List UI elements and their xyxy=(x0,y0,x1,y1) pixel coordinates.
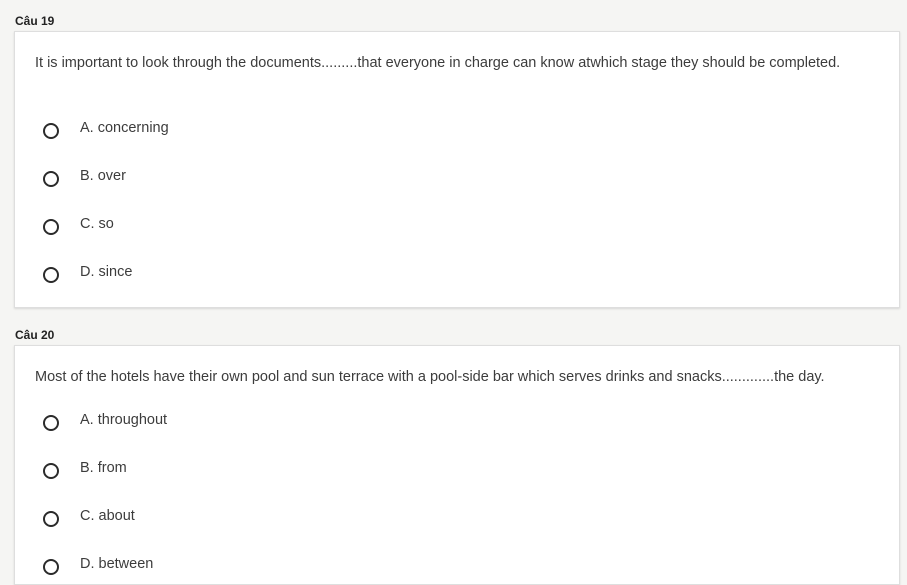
question-heading: Câu 19 xyxy=(15,14,55,28)
answer-option-label: B. from xyxy=(80,460,127,476)
answer-option-a[interactable]: A. throughout xyxy=(15,408,899,438)
answer-option-label: C. so xyxy=(80,216,114,232)
answer-option-label: D. between xyxy=(80,556,154,572)
answer-option-c[interactable]: C. so xyxy=(15,212,899,242)
answer-option-a[interactable]: A. concerning xyxy=(15,116,899,146)
answer-option-label: D. since xyxy=(80,264,133,280)
answer-option-label: A. throughout xyxy=(80,412,168,428)
answer-option-label: C. about xyxy=(80,508,135,524)
question-heading: Câu 20 xyxy=(15,328,55,342)
question-text: Most of the hotels have their own pool a… xyxy=(35,369,825,385)
answer-option-c[interactable]: C. about xyxy=(15,504,899,534)
question-card: Most of the hotels have their own pool a… xyxy=(14,345,900,585)
radio-button[interactable] xyxy=(43,123,59,139)
radio-button[interactable] xyxy=(43,463,59,479)
radio-button[interactable] xyxy=(43,219,59,235)
answer-option-d[interactable]: D. since xyxy=(15,260,899,290)
answer-option-b[interactable]: B. from xyxy=(15,456,899,486)
radio-button[interactable] xyxy=(43,267,59,283)
radio-button[interactable] xyxy=(43,415,59,431)
answer-option-label: B. over xyxy=(80,168,126,184)
answer-option-d[interactable]: D. between xyxy=(15,552,899,582)
answer-option-b[interactable]: B. over xyxy=(15,164,899,194)
radio-button[interactable] xyxy=(43,511,59,527)
radio-button[interactable] xyxy=(43,559,59,575)
answer-option-label: A. concerning xyxy=(80,120,169,136)
radio-button[interactable] xyxy=(43,171,59,187)
question-text: It is important to look through the docu… xyxy=(35,55,841,71)
question-card: It is important to look through the docu… xyxy=(14,31,900,308)
